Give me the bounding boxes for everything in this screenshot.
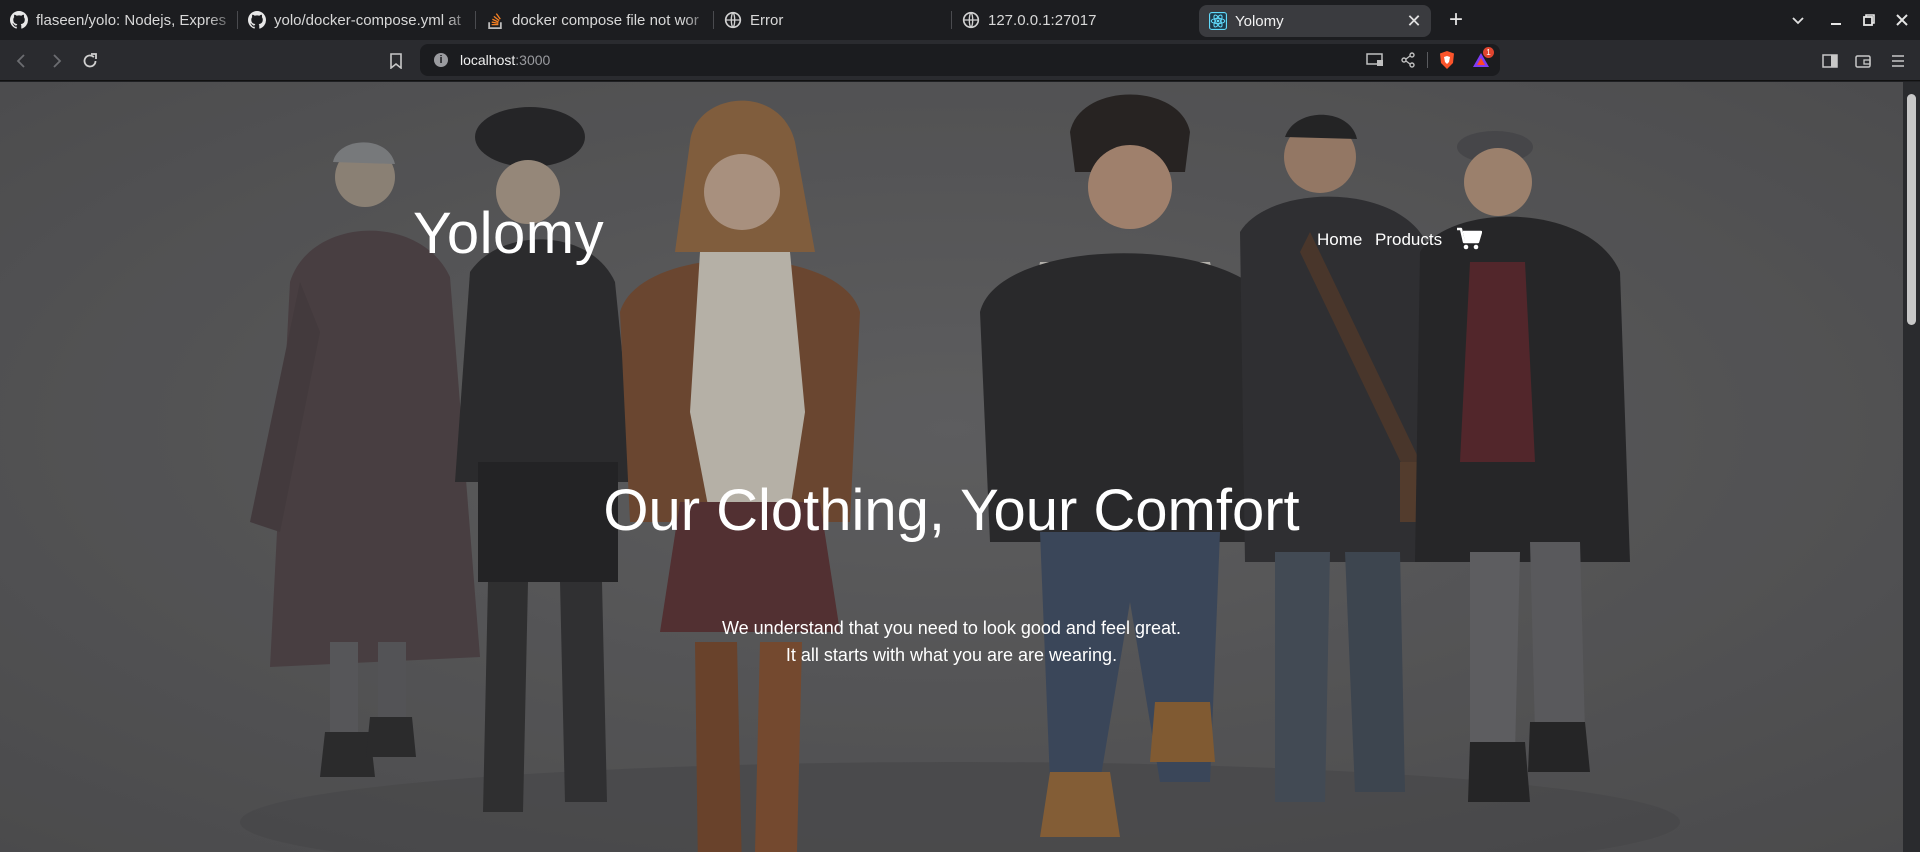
new-tab-button[interactable]: + [1443,6,1469,33]
bookmark-icon[interactable] [383,48,409,74]
rewards-count-badge: 1 [1483,47,1494,58]
url-host: localhost [460,52,516,68]
globe-icon [724,11,742,29]
back-button[interactable] [9,48,35,74]
page-viewport: Yolomy Home Products Our Clothing, Your … [0,82,1920,852]
reload-button[interactable] [77,48,103,74]
shopping-cart-icon[interactable] [1456,227,1482,251]
tab-strip: flaseen/yolo: Nodejs, Expres yolo/docker… [0,0,1920,40]
share-icon[interactable] [1397,49,1419,71]
address-bar[interactable]: i localhost:3000 1 [420,44,1500,76]
tab-title: 127.0.0.1:27017 [988,11,1097,29]
close-tab-icon[interactable]: ✕ [1403,10,1425,32]
brave-rewards-icon[interactable]: 1 [1470,47,1494,71]
address-url[interactable]: localhost:3000 [460,52,550,68]
tab-yolomy[interactable]: Yolomy ✕ [1199,5,1431,37]
menu-icon[interactable] [1885,48,1911,74]
restore-window-icon[interactable] [1857,8,1881,32]
browser-toolbar: i localhost:3000 1 [0,40,1920,81]
omnibox-divider [1427,52,1428,68]
forward-button[interactable] [43,48,69,74]
scrollbar-thumb[interactable] [1907,94,1916,325]
minimize-window-icon[interactable] [1824,8,1848,32]
tab-mongodb-port[interactable]: 127.0.0.1:27017 [952,0,1190,40]
close-window-icon[interactable] [1890,8,1914,32]
hero-subtext-line-1: We understand that you need to look good… [722,618,1181,638]
site-info-icon[interactable]: i [434,53,448,67]
globe-icon [962,11,980,29]
wallet-icon[interactable] [1850,48,1876,74]
tab-docker-compose-yml[interactable]: yolo/docker-compose.yml at [238,0,476,40]
hero-dark-overlay [0,82,1903,852]
tab-title: Error [750,11,784,29]
url-port: :3000 [515,52,551,68]
tab-error[interactable]: Error [714,0,952,40]
tab-flaseen-yolo[interactable]: flaseen/yolo: Nodejs, Expres [0,0,238,40]
nav-link-home[interactable]: Home [1317,230,1362,250]
github-icon [248,11,266,29]
tab-title: yolo/docker-compose.yml at [274,11,461,29]
tab-docker-compose-not-working[interactable]: docker compose file not wor [476,0,714,40]
github-icon [10,11,28,29]
tab-search-dropdown-icon[interactable] [1786,8,1810,32]
nav-link-products[interactable]: Products [1375,230,1442,250]
stackoverflow-icon [488,13,502,29]
page-scrollbar[interactable] [1903,82,1920,852]
hero-headline: Our Clothing, Your Comfort [603,478,1300,543]
hero-subtext-line-2: It all starts with what you are are wear… [785,645,1118,665]
cast-icon[interactable] [1364,49,1386,71]
react-icon [1209,12,1227,30]
tab-title: docker compose file not wor [512,11,699,29]
tab-title: Yolomy [1235,12,1284,30]
brave-shields-icon[interactable] [1436,49,1458,71]
site-logo[interactable]: Yolomy [413,200,604,267]
sidebar-toggle-icon[interactable] [1817,48,1843,74]
tab-title: flaseen/yolo: Nodejs, Expres [36,11,227,29]
